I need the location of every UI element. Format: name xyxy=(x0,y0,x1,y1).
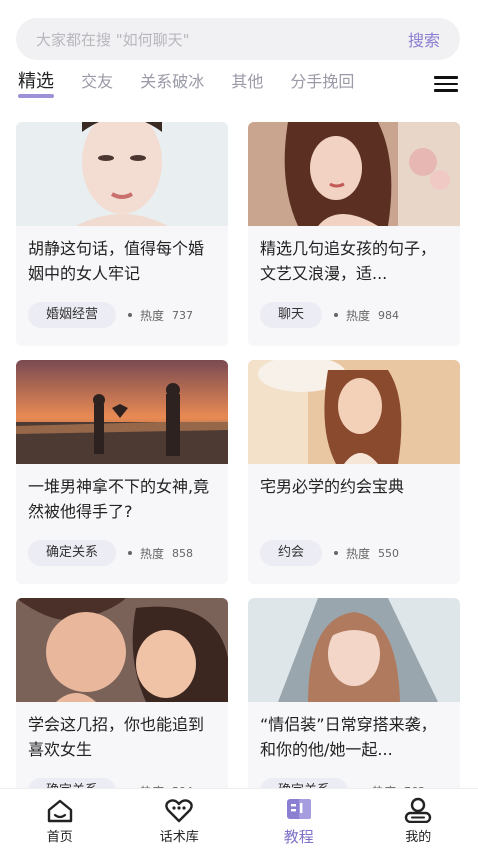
article-title: 宅男必学的约会宝典 xyxy=(260,477,405,496)
nav-label: 我的 xyxy=(405,830,432,845)
article-card[interactable]: 一堆男神拿不下的女神,竟然被他得手了? 确定关系 热度 858 xyxy=(16,360,228,584)
tab-other[interactable]: 其他 xyxy=(231,62,263,102)
article-tag[interactable]: 确定关系 xyxy=(28,540,117,566)
tab-icebreak[interactable]: 关系破冰 xyxy=(140,62,204,102)
dot-icon xyxy=(128,551,133,555)
heat-value: 984 xyxy=(378,308,400,322)
article-title: “情侣装”日常穿搭来袭，和你的他/她一起... xyxy=(260,715,437,759)
article-meta: 确定关系 热度 858 xyxy=(28,540,193,566)
article-card[interactable]: 宅男必学的约会宝典 约会 热度 550 xyxy=(248,360,460,584)
article-card[interactable]: “情侣装”日常穿搭来袭，和你的他/她一起... 确定关系 热度 763 xyxy=(248,598,460,790)
tab-fade xyxy=(378,62,414,106)
tab-featured[interactable]: 精选 xyxy=(18,62,54,102)
article-card[interactable]: 学会这几招，你也能追到喜欢女生 确定关系 热度 594 xyxy=(16,598,228,790)
search-bar[interactable]: 大家都在搜 "如何聊天" 搜索 xyxy=(16,18,460,60)
article-tag[interactable]: 约会 xyxy=(260,540,323,566)
article-title: 学会这几招，你也能追到喜欢女生 xyxy=(28,715,205,759)
article-title: 精选几句追女孩的句子，文艺又浪漫，适... xyxy=(260,239,437,283)
nav-tutorial[interactable]: 教程 xyxy=(239,789,359,850)
article-image xyxy=(16,360,228,464)
bottom-nav: 首页 话术库 教程 我的 xyxy=(0,788,478,850)
article-image xyxy=(248,360,460,464)
article-title: 胡静这句话，值得每个婚姻中的女人牢记 xyxy=(28,239,205,283)
article-meta: 婚姻经营 热度 737 xyxy=(28,302,193,328)
nav-label: 教程 xyxy=(283,828,314,846)
search-input[interactable]: 大家都在搜 "如何聊天" xyxy=(36,29,408,50)
nav-label: 首页 xyxy=(46,830,73,845)
article-image xyxy=(16,598,228,702)
article-tag[interactable]: 婚姻经营 xyxy=(28,302,117,328)
article-meta: 约会 热度 550 xyxy=(260,540,399,566)
book-icon xyxy=(286,799,311,819)
heat-value: 858 xyxy=(172,546,194,560)
nav-profile[interactable]: 我的 xyxy=(359,789,478,850)
article-image xyxy=(16,122,228,226)
dot-icon xyxy=(128,313,133,317)
article-image xyxy=(248,598,460,702)
dot-icon xyxy=(334,551,339,555)
article-card[interactable]: 精选几句追女孩的句子，文艺又浪漫，适... 聊天 热度 984 xyxy=(248,122,460,346)
tab-dating[interactable]: 交友 xyxy=(81,62,113,102)
heat-value: 737 xyxy=(172,308,194,322)
user-icon xyxy=(405,797,432,823)
heat-label: 热度 xyxy=(346,546,371,561)
dot-icon xyxy=(334,313,339,317)
search-button[interactable]: 搜索 xyxy=(408,27,440,51)
heat-label: 热度 xyxy=(346,308,371,323)
article-image xyxy=(248,122,460,226)
article-meta: 聊天 热度 984 xyxy=(260,302,399,328)
tab-scroll[interactable]: 精选 交友 关系破冰 其他 分手挽回 xyxy=(0,62,414,106)
article-title: 一堆男神拿不下的女神,竟然被他得手了? xyxy=(28,477,210,521)
heart-chat-icon xyxy=(165,799,194,823)
nav-home[interactable]: 首页 xyxy=(0,789,120,850)
heat-label: 热度 xyxy=(140,546,165,561)
nav-label: 话术库 xyxy=(159,830,199,845)
home-icon xyxy=(47,799,72,823)
heat-label: 热度 xyxy=(140,308,165,323)
menu-icon[interactable] xyxy=(434,76,458,92)
article-grid[interactable]: 胡静这句话，值得每个婚姻中的女人牢记 婚姻经营 热度 737 精选几句追女孩的句… xyxy=(0,122,478,790)
article-tag[interactable]: 聊天 xyxy=(260,302,323,328)
article-card[interactable]: 胡静这句话，值得每个婚姻中的女人牢记 婚姻经营 热度 737 xyxy=(16,122,228,346)
category-tabs: 精选 交友 关系破冰 其他 分手挽回 xyxy=(0,62,478,106)
heat-value: 550 xyxy=(378,546,400,560)
nav-phrases[interactable]: 话术库 xyxy=(120,789,240,850)
tab-breakup[interactable]: 分手挽回 xyxy=(290,62,354,102)
